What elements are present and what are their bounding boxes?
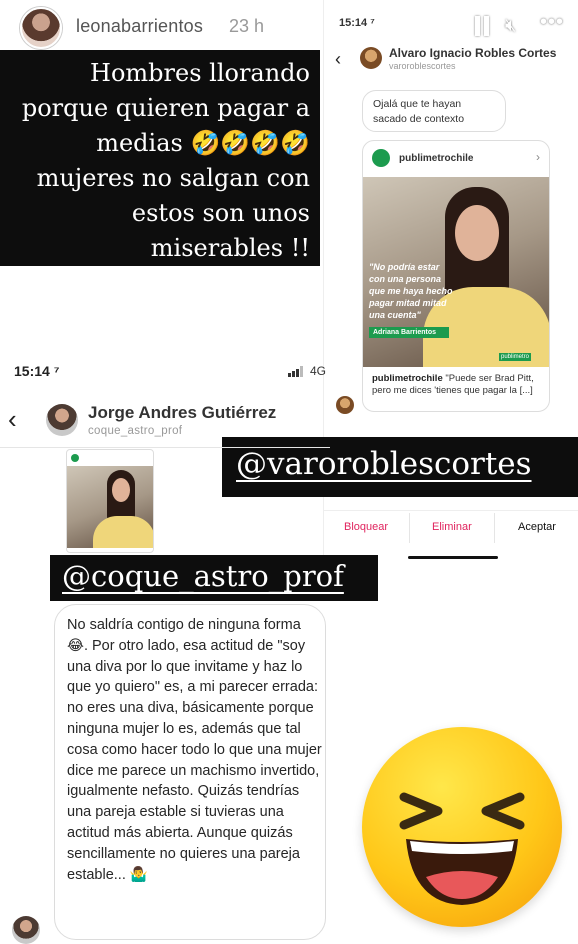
image-name-tag: Adriana Barrientos bbox=[369, 327, 449, 338]
pause-icon[interactable] bbox=[474, 16, 490, 36]
contact-handle: coque_astro_prof bbox=[88, 425, 183, 437]
mention-tag-coque[interactable]: @coque_astro_prof bbox=[50, 555, 378, 601]
reply-message-bubble: No saldría contigo de ninguna forma 😂. P… bbox=[54, 604, 326, 940]
story-timestamp: 23 h bbox=[229, 16, 265, 36]
laughing-face-icon[interactable] bbox=[362, 727, 562, 927]
accept-button[interactable]: Aceptar bbox=[518, 521, 556, 533]
sender-avatar bbox=[12, 916, 40, 944]
caption-user: publimetrochile bbox=[372, 373, 443, 384]
photo-face bbox=[455, 205, 499, 261]
story-quote-box: Hombres llorando porque quieren pagar a … bbox=[0, 50, 320, 266]
back-arrow-icon[interactable]: ‹ bbox=[8, 404, 17, 435]
mute-icon[interactable]: 🔇︎ bbox=[505, 15, 516, 36]
shared-post-account[interactable]: publimetrochile bbox=[399, 153, 473, 164]
contact-name[interactable]: Jorge Andres Gutiérrez bbox=[88, 403, 276, 423]
back-arrow-icon[interactable]: ‹ bbox=[335, 49, 341, 70]
story-username[interactable]: leonabarrientos bbox=[76, 16, 203, 37]
contact-name[interactable]: Alvaro Ignacio Robles Cortes bbox=[389, 46, 556, 60]
delete-button[interactable]: Eliminar bbox=[432, 521, 472, 533]
sender-mini-avatar bbox=[336, 396, 354, 414]
contact-handle: varoroblescortes bbox=[389, 61, 456, 71]
reply-message-text: No saldría contigo de ninguna forma 😂. P… bbox=[67, 617, 322, 883]
publimetro-logo bbox=[372, 149, 390, 167]
chevron-right-icon[interactable]: › bbox=[536, 150, 540, 164]
status-bar-time: 15:14 ⁷ bbox=[339, 17, 375, 29]
signal-icon bbox=[288, 366, 306, 377]
more-options-icon[interactable]: ••• bbox=[540, 11, 564, 34]
block-button[interactable]: Bloquear bbox=[344, 521, 388, 533]
story-avatar[interactable] bbox=[20, 7, 62, 49]
request-actions: Bloquear Eliminar Aceptar bbox=[324, 510, 578, 544]
laughing-face-svg bbox=[399, 792, 525, 905]
image-quote: "No podría estar con una persona que me … bbox=[369, 262, 453, 320]
thumbnail-image bbox=[67, 466, 153, 548]
image-brand: publimetro bbox=[498, 353, 531, 361]
publimetro-logo bbox=[71, 454, 79, 462]
story-controls: 🔇︎ ••• bbox=[474, 11, 578, 40]
story-header: leonabarrientos 23 h bbox=[0, 0, 330, 52]
action-divider bbox=[494, 513, 495, 543]
contact-avatar[interactable] bbox=[360, 47, 382, 69]
shared-post-card[interactable]: publimetrochile › "No podría estar con u… bbox=[362, 140, 550, 412]
status-bar-time: 15:14 ⁷ bbox=[14, 363, 60, 379]
action-divider bbox=[409, 513, 410, 543]
shared-post-header: publimetrochile › bbox=[363, 141, 549, 177]
photo-sweater bbox=[93, 516, 153, 548]
photo-face bbox=[112, 478, 130, 502]
story-quote-text: Hombres llorando porque quieren pagar a … bbox=[21, 59, 310, 262]
shared-post-caption: publimetrochile "Puede ser Brad Pitt, pe… bbox=[372, 373, 544, 397]
mention-tag-varo[interactable]: @varoroblescortes bbox=[222, 437, 578, 497]
shared-post-image[interactable]: "No podría estar con una persona que me … bbox=[363, 177, 549, 367]
mention-text[interactable]: @coque_astro_prof bbox=[62, 559, 344, 593]
shared-post-thumbnail[interactable] bbox=[66, 449, 154, 553]
header-divider bbox=[0, 447, 330, 448]
mention-text[interactable]: @varoroblescortes bbox=[236, 446, 532, 482]
network-label: 4G bbox=[310, 364, 327, 378]
home-indicator bbox=[408, 556, 498, 559]
message-bubble: Ojalá que te hayan sacado de contexto bbox=[362, 90, 506, 132]
contact-avatar[interactable] bbox=[46, 404, 78, 436]
